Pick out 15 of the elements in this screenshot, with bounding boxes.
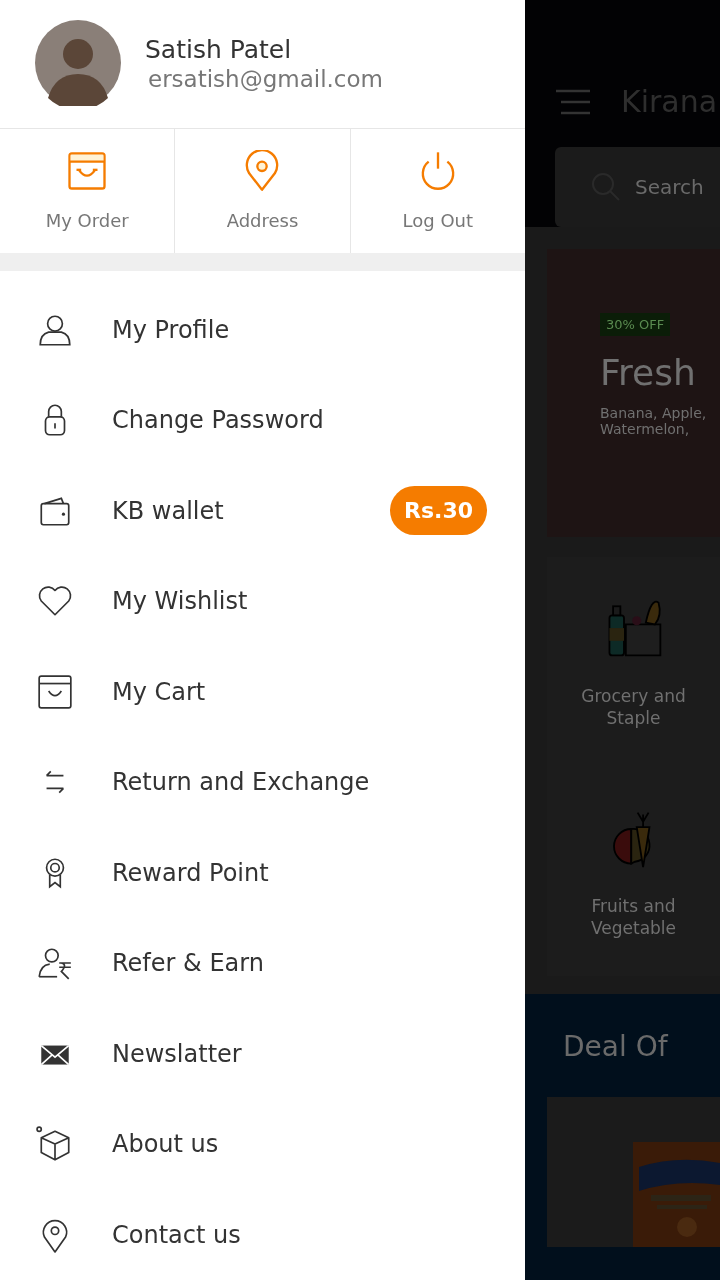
category-label: Fruits and Vegetable: [589, 895, 678, 940]
user-name: Satish Patel: [145, 35, 293, 65]
discount-badge: 30% OFF: [600, 313, 671, 336]
banner-text: Watermelon,: [600, 421, 690, 437]
balance-badge: Rs.30: [390, 486, 487, 536]
menu-icon[interactable]: [555, 88, 591, 115]
banner-text: Banana, Apple,: [600, 405, 707, 421]
bag-icon: [36, 672, 74, 711]
bag-icon: [66, 150, 109, 193]
category-label: Grocery and Staple: [580, 685, 687, 730]
banner-title: Fresh: [600, 352, 696, 393]
banner-card[interactable]: 30% OFF Fresh Banana, Apple, Watermelon,: [547, 249, 720, 537]
section-title: Deal Of: [563, 1030, 669, 1063]
category-tile[interactable]: Fruits and Vegetable: [547, 787, 720, 997]
user-email: ersatish@gmail.com: [148, 66, 383, 93]
